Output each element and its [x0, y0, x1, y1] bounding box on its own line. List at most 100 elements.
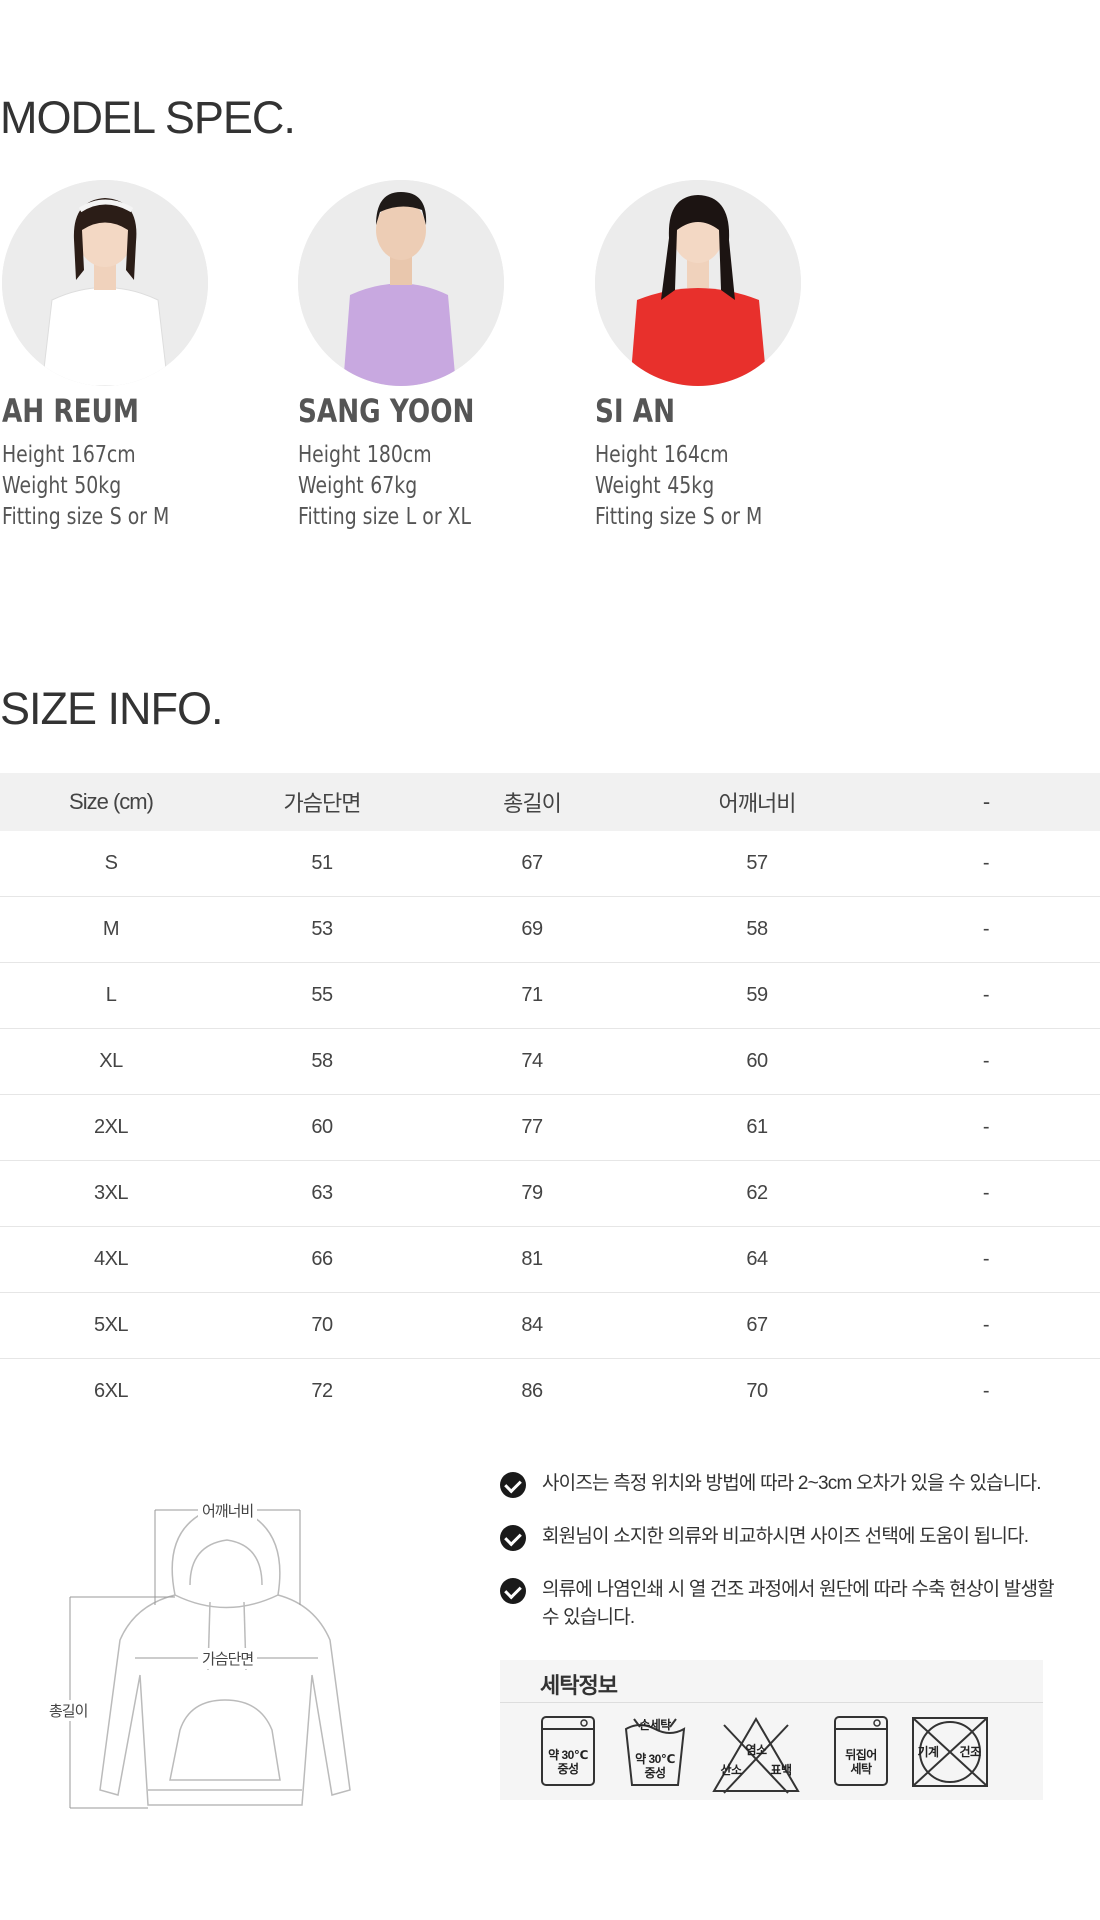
model-name: SI AN: [595, 392, 676, 430]
table-cell: 3XL: [0, 1160, 222, 1227]
table-cell: 5XL: [0, 1292, 222, 1359]
table-cell: XL: [0, 1028, 222, 1095]
height-value: 167cm: [70, 442, 136, 468]
care-hand-detergent: 중성: [644, 1766, 666, 1780]
height-value: 180cm: [366, 442, 432, 468]
height-label: Height: [2, 442, 65, 468]
care-title: 세탁정보: [540, 1673, 618, 1698]
model-specs: Height 167cm Weight 50kg Fitting size S or …: [2, 440, 215, 533]
table-cell: 51: [222, 831, 422, 897]
table-row: L 55 71 59-: [0, 962, 1100, 1029]
table-cell: 69: [422, 896, 642, 963]
col-header-length: 총길이: [422, 773, 642, 831]
inside-out-line2: 세탁: [850, 1762, 872, 1776]
check-circle-icon: [500, 1578, 526, 1604]
weight-label: Weight: [595, 473, 661, 499]
table-cell: 63: [222, 1160, 422, 1227]
size-table: Size (cm) 가슴단면 총길이 어깨너비 - S 51 67 57- M 53 69 5…: [0, 773, 1100, 1424]
table-cell: 67: [422, 831, 642, 897]
table-cell: -: [872, 1292, 1100, 1359]
size-info-title: SIZE INFO.: [0, 683, 224, 734]
model-photo: [595, 180, 801, 386]
height-label: Height: [298, 442, 361, 468]
table-cell: 70: [746, 1380, 768, 1402]
model-photo: [298, 180, 504, 386]
note-text: 의류에 나염인쇄 시 열 건조 과정에서 원단에 따라 수축 현상이 발생할 수…: [542, 1579, 1055, 1628]
care-hand-temp: 약 30℃: [635, 1752, 675, 1766]
table-cell: 55: [222, 962, 422, 1029]
table-cell: 58: [222, 1028, 422, 1095]
table-cell: 59: [642, 962, 872, 1029]
care-info-box: 세탁정보 약 30℃ 중성 손세탁 약 30℃ 중성 염소 산소 표백 뒤집어 …: [500, 1660, 1043, 1800]
note-item: 사이즈는 측정 위치와 방법에 따라 2~3cm 오차가 있을 수 있습니다.: [500, 1470, 1060, 1498]
table-cell: 53: [222, 896, 422, 963]
fit-label: Fitting size: [2, 504, 104, 530]
table-header-row: Size (cm) 가슴단면 총길이 어깨너비 -: [0, 773, 1100, 831]
note-item: 회원님이 소지한 의류와 비교하시면 사이즈 선택에 도움이 됩니다.: [500, 1523, 1060, 1551]
table-row: 6XL 72 86 70 -: [0, 1359, 1100, 1425]
table-cell: 66: [222, 1226, 422, 1293]
table-row: S 51 67 57-: [0, 831, 1100, 897]
check-circle-icon: [500, 1472, 526, 1498]
hoodie-measure-diagram: 어깨너비 가슴단면 총길이: [40, 1460, 370, 1820]
table-cell: 58: [642, 896, 872, 963]
note-text: 회원님이 소지한 의류와 비교하시면 사이즈 선택에 도움이 됩니다.: [542, 1526, 1029, 1547]
table-cell: M: [0, 896, 222, 963]
note-text: 사이즈는 측정 위치와 방법에 따라 2~3cm 오차가 있을 수 있습니다.: [542, 1473, 1041, 1494]
table-cell: 2XL: [0, 1094, 222, 1161]
col-header-chest: 가슴단면: [222, 773, 422, 831]
dry-machine: 기계: [917, 1745, 939, 1759]
chest-label: 가슴단면: [198, 1648, 258, 1669]
inside-out-line1: 뒤집어: [845, 1748, 877, 1762]
check-circle-icon: [500, 1525, 526, 1551]
note-item: 의류에 나염인쇄 시 열 건조 과정에서 원단에 따라 수축 현상이 발생할 수…: [500, 1576, 1060, 1632]
model-card-ah-reum: AH REUM Height 167cm Weight 50kg Fitting s…: [2, 180, 262, 533]
fit-value: S or M: [702, 504, 763, 530]
bleach-label: 표백: [770, 1763, 792, 1777]
model-specs: Height 164cm Weight 45kg Fitting size S or …: [595, 440, 808, 533]
divider: [500, 1702, 1043, 1703]
table-cell: 57: [642, 831, 872, 897]
model-spec-title: MODEL SPEC.: [0, 92, 296, 143]
table-row: 3XL 63 79 62-: [0, 1160, 1100, 1227]
table-cell: 60: [222, 1094, 422, 1161]
table-row: 2XL 60 77 61-: [0, 1094, 1100, 1161]
shoulder-label: 어깨너비: [198, 1500, 258, 1521]
weight-label: Weight: [2, 473, 68, 499]
size-notes: 사이즈는 측정 위치와 방법에 따라 2~3cm 오차가 있을 수 있습니다. …: [500, 1470, 1060, 1657]
bleach-chlorine: 염소: [745, 1743, 767, 1757]
table-cell: -: [872, 1160, 1100, 1227]
model-photo: [2, 180, 208, 386]
col-header-shoulder: 어깨너비: [642, 773, 872, 831]
table-cell: 60: [642, 1028, 872, 1095]
table-cell: 70: [222, 1292, 422, 1359]
dry-label: 건조: [959, 1745, 981, 1759]
weight-label: Weight: [298, 473, 364, 499]
fit-value: L or XL: [405, 504, 472, 530]
table-cell: 71: [422, 962, 642, 1029]
table-cell: S: [0, 831, 222, 897]
table-cell: 84: [422, 1292, 642, 1359]
weight-value: 45kg: [667, 473, 715, 499]
care-wash-detergent: 중성: [557, 1762, 579, 1776]
model-card-si-an: SI AN Height 164cm Weight 45kg Fitting siz…: [595, 180, 855, 533]
model-card-sang-yoon: SANG YOON Height 180cm Weight 67kg Fitting…: [298, 180, 558, 533]
table-cell: 81: [422, 1226, 642, 1293]
table-cell: 64: [642, 1226, 872, 1293]
table-row: 4XL 66 81 64-: [0, 1226, 1100, 1293]
table-cell: L: [0, 962, 222, 1029]
bleach-oxygen: 산소: [720, 1763, 742, 1777]
table-cell: -: [872, 831, 1100, 897]
table-row: XL 58 74 60-: [0, 1028, 1100, 1095]
fit-label: Fitting size: [595, 504, 697, 530]
table-cell: 67: [642, 1292, 872, 1359]
table-cell: 86: [521, 1380, 543, 1402]
model-specs: Height 180cm Weight 67kg Fitting size L or …: [298, 440, 511, 533]
table-cell: 4XL: [0, 1226, 222, 1293]
col-header-size: Size (cm): [0, 773, 222, 831]
fit-value: S or M: [109, 504, 170, 530]
table-cell: -: [872, 1028, 1100, 1095]
table-cell: 6XL: [93, 1380, 129, 1402]
table-cell: -: [982, 1380, 990, 1402]
table-cell: -: [872, 962, 1100, 1029]
